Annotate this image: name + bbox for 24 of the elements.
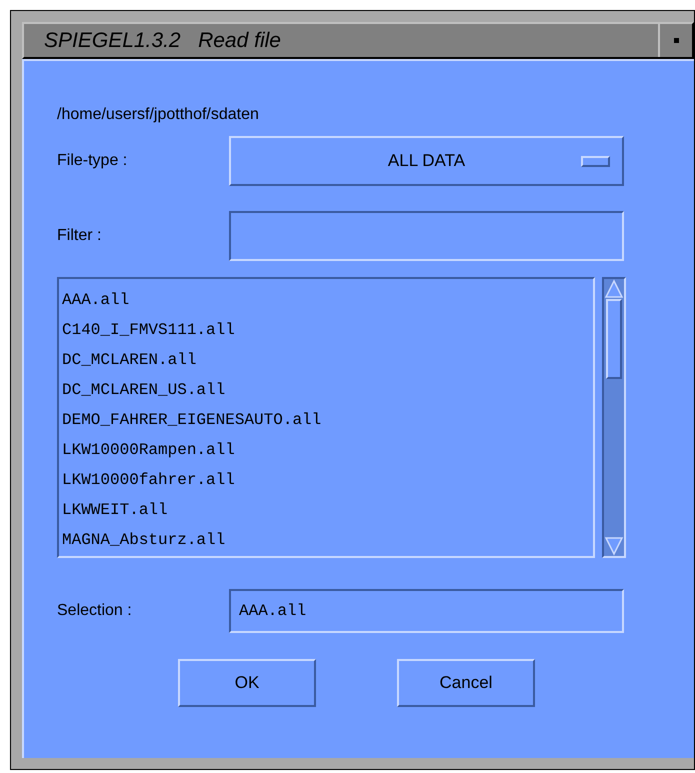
vertical-scrollbar[interactable] <box>602 277 626 558</box>
file-list-item[interactable]: C140_I_FMVS111.all <box>62 315 235 345</box>
file-list[interactable]: AAA.all C140_I_FMVS111.all DC_MCLAREN.all DC_MCLAREN_US.all DEMO_FAHRER_EIGENESAUTO.all LKW10000Rampen.all LKW10000fahrer.all LKWWEIT.all MAGNA_Absturz.all <box>57 277 595 558</box>
menu-icon <box>674 38 678 43</box>
dialog-button[interactable]: OK <box>178 659 316 707</box>
field-label: File-type : <box>57 151 128 171</box>
scroll-down-icon[interactable] <box>604 536 624 556</box>
filter-field[interactable] <box>229 211 624 261</box>
window-title: SPIEGEL1.3.2 Read file <box>43 28 282 54</box>
file-list-item[interactable]: LKWWEIT.all <box>62 495 168 525</box>
file-list-item[interactable]: DEMO_FAHRER_EIGENESAUTO.all <box>62 405 322 435</box>
file-list-item[interactable]: DC_MCLAREN_US.all <box>62 375 226 405</box>
file-list-item[interactable]: LKW10000fahrer.all <box>62 465 235 495</box>
selection-field[interactable]: AAA.all <box>229 589 624 633</box>
file-list-item[interactable]: DC_MCLAREN.all <box>62 345 196 375</box>
dropdown-indicator-icon <box>581 156 610 167</box>
field-label: Filter : <box>57 226 102 246</box>
file-list-item[interactable]: AAA.all <box>62 285 130 315</box>
directory-path: /home/usersf/jpotthof/sdaten <box>57 105 260 125</box>
file-list-item[interactable]: LKW10000Rampen.all <box>62 435 235 465</box>
file-type-dropdown[interactable]: ALL DATA <box>229 136 624 186</box>
dialog-button[interactable]: Cancel <box>397 659 535 707</box>
file-list-item[interactable]: MAGNA_Absturz.all <box>62 525 226 555</box>
field-label: Selection : <box>57 601 133 621</box>
